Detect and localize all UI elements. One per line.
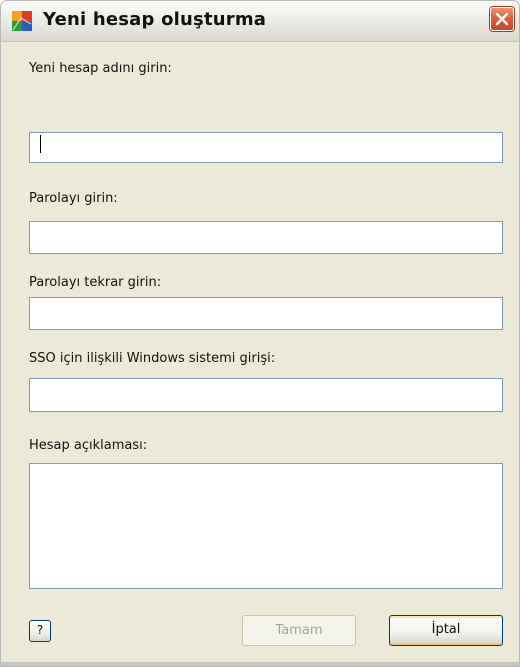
sso-input[interactable] — [29, 378, 503, 412]
close-icon — [495, 12, 509, 26]
password-input[interactable] — [29, 221, 503, 254]
dialog-window: Yeni hesap oluşturma Yeni hesap adını gi… — [0, 0, 520, 667]
account-name-label: Yeni hesap adını girin: — [29, 61, 172, 76]
help-button[interactable]: ? — [29, 620, 51, 642]
description-textarea[interactable] — [29, 463, 503, 589]
avg-logo-icon — [11, 10, 33, 32]
password-repeat-label: Parolayı tekrar girin: — [29, 275, 162, 290]
text-caret — [40, 135, 41, 153]
close-button[interactable] — [490, 7, 514, 31]
account-name-input[interactable] — [29, 132, 503, 163]
window-title: Yeni hesap oluşturma — [43, 9, 267, 30]
password-repeat-input[interactable] — [29, 297, 503, 330]
password-label: Parolayı girin: — [29, 191, 118, 206]
window-bottom-border — [1, 662, 519, 666]
cancel-button[interactable]: İptal — [389, 615, 503, 646]
title-bar[interactable]: Yeni hesap oluşturma — [1, 1, 519, 42]
ok-button[interactable]: Tamam — [242, 615, 356, 646]
description-label: Hesap açıklaması: — [29, 438, 148, 453]
sso-label: SSO için ilişkili Windows sistemi girişi… — [29, 351, 276, 366]
